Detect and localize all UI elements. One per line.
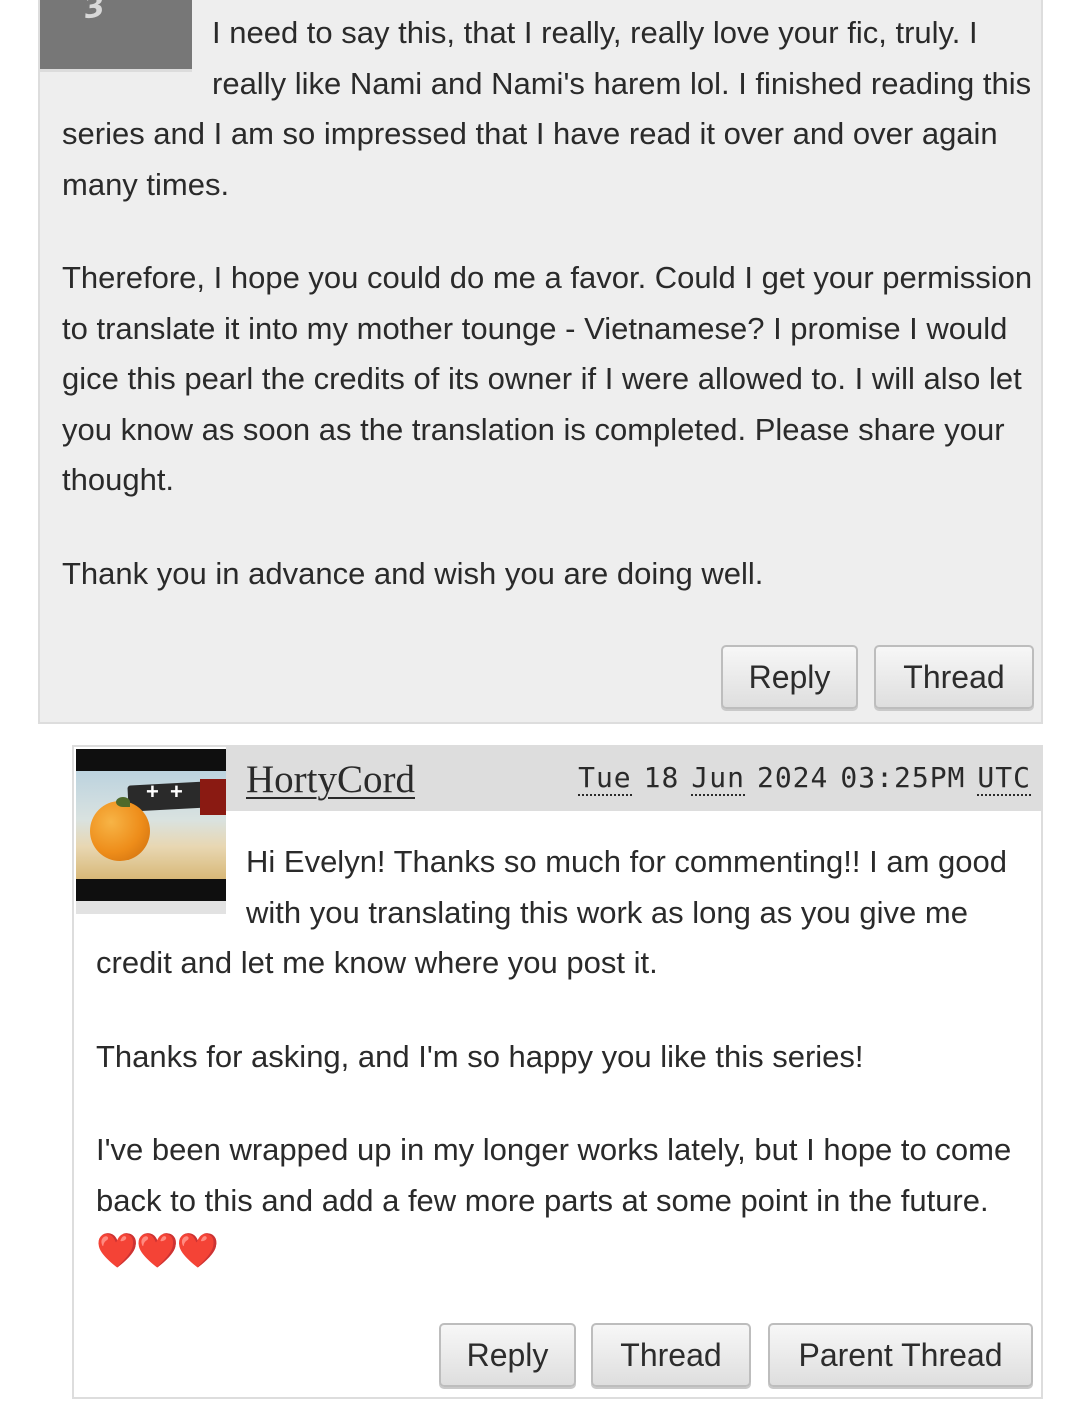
- parent-thread-button[interactable]: Parent Thread: [768, 1323, 1033, 1387]
- comment-parent: 3 I need to say this, that I really, rea…: [38, 0, 1043, 724]
- thread-button[interactable]: Thread: [874, 645, 1034, 709]
- comment-reply: + + HortyCord Tue 18 Jun 2024 03:25PM UTC Hi …: [72, 745, 1043, 1399]
- comment-paragraph: Hi Evelyn! Thanks so much for commenting…: [96, 844, 1007, 980]
- username-link[interactable]: HortyCord: [246, 757, 415, 802]
- comment-body: Hi Evelyn! Thanks so much for commenting…: [96, 837, 1031, 1278]
- date-month: Jun: [691, 761, 745, 796]
- comment-paragraph: Thank you in advance and wish you are do…: [62, 555, 764, 591]
- date-weekday: Tue: [578, 761, 632, 796]
- date-time: 03:25PM: [840, 761, 966, 794]
- comment-body: I need to say this, that I really, reall…: [62, 8, 1037, 599]
- comment-paragraph: I've been wrapped up in my longer works …: [96, 1132, 1012, 1270]
- reply-button[interactable]: Reply: [721, 645, 858, 709]
- comment-header: HortyCord Tue 18 Jun 2024 03:25PM UTC: [226, 747, 1041, 811]
- comment-paragraph: Thanks for asking, and I'm so happy you …: [96, 1038, 864, 1074]
- heart-icon: ❤️❤️❤️: [96, 1232, 219, 1270]
- date-timezone: UTC: [977, 761, 1031, 796]
- date-year: 2024: [756, 761, 829, 794]
- comment-timestamp: Tue 18 Jun 2024 03:25PM UTC: [566, 761, 1031, 796]
- comment-paragraph: Therefore, I hope you could do me a favo…: [62, 260, 1033, 497]
- thread-button[interactable]: Thread: [591, 1323, 751, 1387]
- comment-paragraph: I need to say this, that I really, reall…: [62, 15, 1032, 202]
- date-day: 18: [643, 761, 680, 794]
- reply-button[interactable]: Reply: [439, 1323, 576, 1387]
